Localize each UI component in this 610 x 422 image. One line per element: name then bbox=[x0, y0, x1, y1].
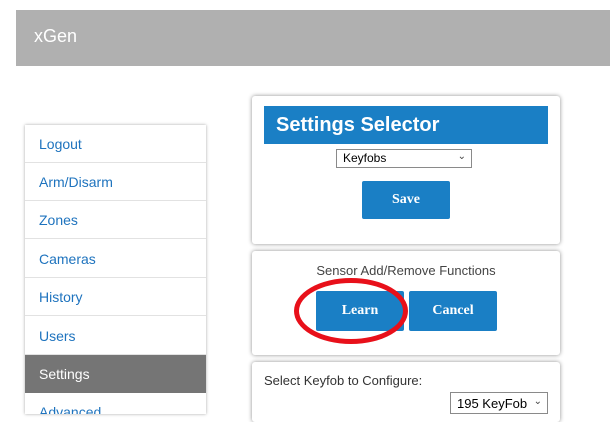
keyfob-config-card: Select Keyfob to Configure: 195 KeyFob ⌄ bbox=[252, 362, 560, 422]
cancel-button[interactable]: Cancel bbox=[409, 291, 497, 331]
settings-dropdown[interactable]: Keyfobs ⌄ bbox=[336, 149, 472, 168]
settings-selector-title: Settings Selector bbox=[264, 106, 548, 144]
sidebar-item-arm-disarm[interactable]: Arm/Disarm bbox=[25, 163, 206, 201]
sidebar-item-advanced[interactable]: Advanced bbox=[25, 393, 206, 414]
settings-dropdown-value: Keyfobs bbox=[343, 151, 387, 165]
chevron-down-icon: ⌄ bbox=[457, 151, 466, 162]
keyfob-dropdown-value: 195 KeyFob bbox=[457, 396, 528, 411]
learn-button[interactable]: Learn bbox=[316, 291, 404, 331]
save-button[interactable]: Save bbox=[362, 181, 450, 219]
sidebar-item-logout[interactable]: Logout bbox=[25, 125, 206, 163]
sidebar-item-cameras[interactable]: Cameras bbox=[25, 240, 206, 278]
sidebar-item-zones[interactable]: Zones bbox=[25, 201, 206, 239]
sensor-functions-title: Sensor Add/Remove Functions bbox=[316, 263, 496, 278]
sensor-functions-card: Sensor Add/Remove Functions Learn Cancel bbox=[252, 251, 560, 355]
sidebar-item-history[interactable]: History bbox=[25, 278, 206, 316]
chevron-down-icon: ⌄ bbox=[533, 396, 542, 407]
sidebar-item-settings[interactable]: Settings bbox=[25, 355, 206, 393]
keyfob-dropdown[interactable]: 195 KeyFob ⌄ bbox=[450, 392, 548, 414]
sidebar-item-users[interactable]: Users bbox=[25, 317, 206, 355]
app-title: xGen bbox=[34, 26, 78, 46]
app-header: xGen bbox=[16, 10, 610, 66]
sidebar-nav: Logout Arm/Disarm Zones Cameras History … bbox=[25, 125, 206, 414]
keyfob-config-label: Select Keyfob to Configure: bbox=[264, 373, 423, 388]
settings-selector-card: Settings Selector Keyfobs ⌄ Save bbox=[252, 96, 560, 244]
